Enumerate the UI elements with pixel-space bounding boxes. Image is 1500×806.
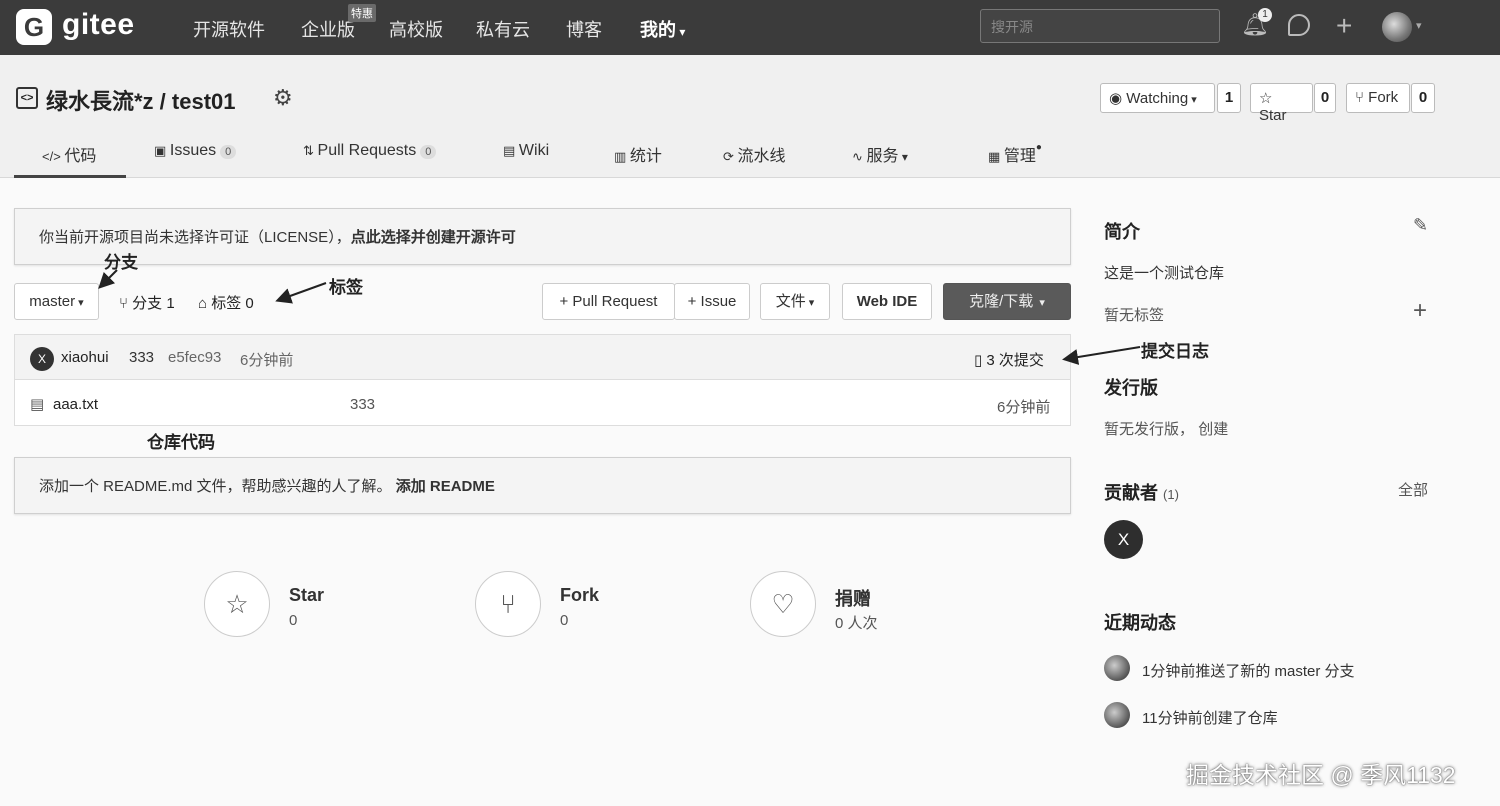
- donate-icon[interactable]: ♡: [750, 571, 816, 637]
- stat-star-value: 0: [289, 612, 298, 629]
- add-tag-icon[interactable]: +: [1413, 297, 1427, 325]
- stat-fork-label: Fork: [560, 585, 600, 605]
- fork-icon[interactable]: ⑂: [475, 571, 541, 637]
- no-release-text: 暂无发行版， 创建: [1104, 418, 1228, 439]
- stat-star-label: Star: [289, 585, 325, 605]
- activity-item[interactable]: 11分钟前创建了仓库: [1142, 707, 1278, 728]
- all-contributors-link[interactable]: 全部: [1398, 479, 1428, 500]
- annotation-arrow-commit-log: [1062, 346, 1141, 365]
- create-release-link[interactable]: 创建: [1198, 421, 1228, 438]
- watermark: 掘金技术社区 @ 季风1132: [1186, 762, 1456, 788]
- stat-fork-value: 0: [560, 612, 569, 629]
- stat-donate-value: 0 人次: [835, 615, 878, 632]
- no-release-label: 暂无发行版，: [1104, 421, 1195, 438]
- contributor-avatar[interactable]: X: [1104, 520, 1143, 559]
- no-tags-text: 暂无标签: [1104, 307, 1165, 324]
- intro-heading: 简介: [1104, 222, 1140, 242]
- avatar[interactable]: [1104, 702, 1130, 728]
- avatar[interactable]: [1104, 655, 1130, 681]
- edit-icon[interactable]: ✎: [1413, 215, 1428, 236]
- activity-heading: 近期动态: [1104, 613, 1176, 633]
- star-icon[interactable]: ☆: [204, 571, 270, 637]
- stat-donate-label: 捐赠: [835, 589, 871, 609]
- contributors-heading: 贡献者 (1): [1104, 479, 1179, 505]
- release-heading: 发行版: [1104, 378, 1158, 398]
- annotation-arrow-tag: [275, 282, 327, 304]
- annotation-arrow-branch: [98, 269, 118, 289]
- repo-description: 这是一个测试仓库: [1104, 265, 1225, 282]
- annotation-arrows: [98, 269, 1141, 365]
- contributors-label: 贡献者: [1104, 483, 1158, 503]
- activity-item[interactable]: 1分钟前推送了新的 master 分支: [1142, 660, 1355, 681]
- contributors-count: (1): [1163, 487, 1179, 502]
